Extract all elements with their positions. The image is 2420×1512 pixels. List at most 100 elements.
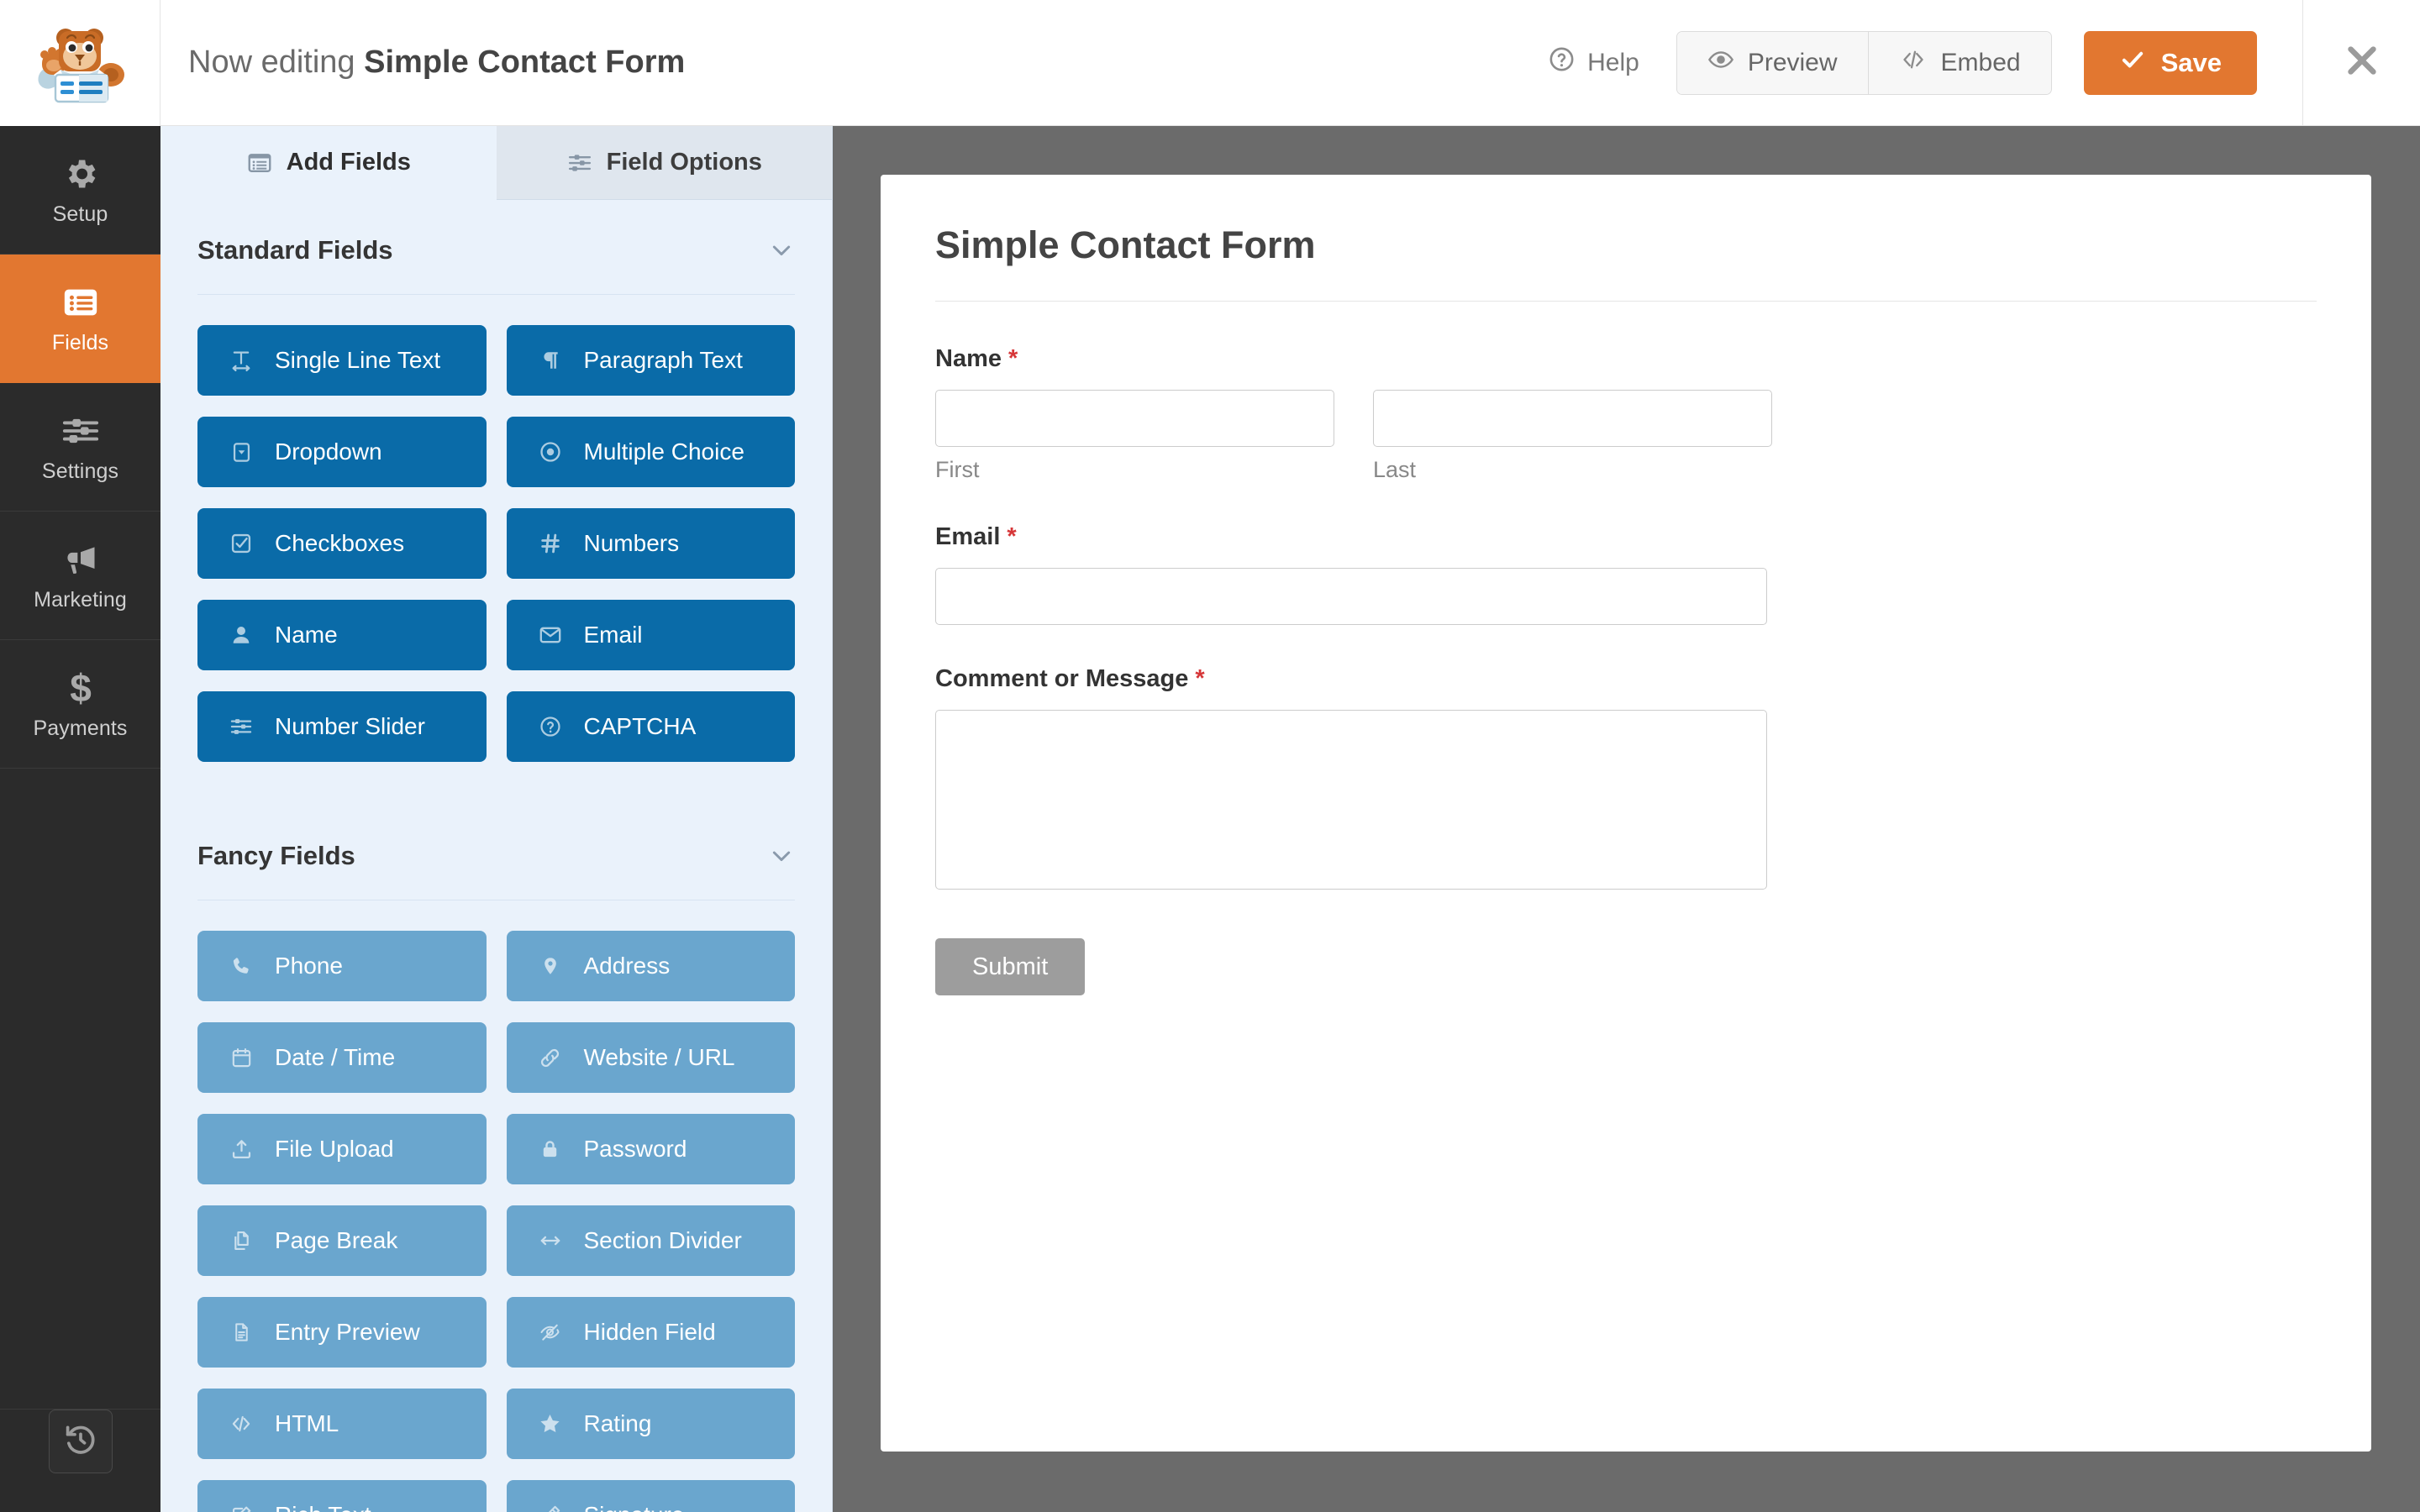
sidebar-item-marketing[interactable]: Marketing [0, 512, 160, 640]
calendar-icon [226, 1046, 256, 1069]
field-button-numbers[interactable]: Numbers [506, 508, 795, 579]
field-button-password[interactable]: Password [506, 1114, 795, 1184]
sidebar-item-setup[interactable]: Setup [0, 126, 160, 255]
file-text-icon [226, 1320, 256, 1344]
pages-icon [226, 1229, 256, 1252]
field-button-label: Name [275, 622, 338, 648]
wpforms-bear-logo [0, 0, 160, 126]
sidebar-item-label: Fields [51, 331, 109, 354]
left-rail: Setup Fields Settings Marketing $ Paymen… [0, 0, 160, 1512]
field-button-label: Single Line Text [275, 347, 441, 373]
email-input[interactable] [935, 568, 1767, 625]
builder-header: Now editing Simple Contact Form Help Pre… [160, 0, 2420, 126]
sidebar-item-fields[interactable]: Fields [0, 255, 160, 383]
paragraph-icon [535, 349, 566, 372]
sidebar-item-label: Marketing [34, 588, 127, 612]
save-button[interactable]: Save [2083, 30, 2257, 95]
preview-embed-group: Preview Embed [1676, 30, 2052, 95]
field-button-label: Page Break [275, 1227, 398, 1253]
revision-history-icon [63, 1422, 98, 1462]
field-button-label: Multiple Choice [583, 438, 744, 465]
arrows-horizontal-icon [535, 1230, 566, 1252]
field-button-hidden-field[interactable]: Hidden Field [506, 1297, 795, 1368]
submit-button[interactable]: Submit [935, 938, 1086, 995]
sliders-icon [566, 150, 593, 176]
message-textarea[interactable] [935, 710, 1767, 890]
standard-fields-header[interactable]: Standard Fields [197, 200, 795, 295]
envelope-icon [535, 623, 566, 647]
section-title: Standard Fields [197, 235, 393, 265]
help-label: Help [1587, 48, 1639, 76]
field-button-file-upload[interactable]: File Upload [197, 1114, 487, 1184]
embed-button[interactable]: Embed [1867, 31, 2051, 94]
chevron-down-icon[interactable] [768, 237, 795, 264]
field-button-number-slider[interactable]: Number Slider [197, 691, 487, 762]
field-button-label: Number Slider [275, 713, 425, 739]
field-button-section-divider[interactable]: Section Divider [506, 1205, 795, 1276]
preview-button[interactable]: Preview [1676, 31, 1868, 94]
field-button-email[interactable]: Email [506, 600, 795, 670]
embed-label: Embed [1940, 48, 2021, 76]
list-panel-icon [246, 150, 273, 176]
sidebar-item-label: Settings [41, 459, 119, 483]
section-title: Fancy Fields [197, 841, 355, 870]
tab-add-fields[interactable]: Add Fields [160, 126, 497, 200]
field-button-dropdown[interactable]: Dropdown [197, 417, 487, 487]
field-button-name[interactable]: Name [197, 600, 487, 670]
megaphone-icon [60, 540, 101, 579]
field-button-entry-preview[interactable]: Entry Preview [197, 1297, 487, 1368]
chevron-down-icon[interactable] [768, 843, 795, 869]
field-button-rich-text[interactable]: Rich Text [197, 1480, 487, 1512]
field-button-signature[interactable]: Signature [506, 1480, 795, 1512]
svg-text:$: $ [70, 668, 92, 708]
eye-slash-icon [535, 1321, 566, 1343]
sidebar-nav: Setup Fields Settings Marketing $ Paymen… [0, 126, 160, 769]
question-circle-icon [1548, 45, 1576, 80]
name-last-input[interactable] [1373, 390, 1772, 447]
field-button-website-url[interactable]: Website / URL [506, 1022, 795, 1093]
field-button-date-time[interactable]: Date / Time [197, 1022, 487, 1093]
name-first-input[interactable] [935, 390, 1334, 447]
field-button-address[interactable]: Address [506, 931, 795, 1001]
field-button-captcha[interactable]: CAPTCHA [506, 691, 795, 762]
preview-label: Preview [1747, 48, 1838, 76]
field-button-rating[interactable]: Rating [506, 1389, 795, 1459]
field-button-html[interactable]: HTML [197, 1389, 487, 1459]
field-button-label: Entry Preview [275, 1319, 420, 1345]
editing-prefix: Now editing [188, 45, 355, 80]
close-builder-button[interactable] [2302, 0, 2420, 126]
upload-icon [226, 1137, 256, 1161]
name-last-sublabel: Last [1373, 457, 1417, 482]
form-preview-inner: Simple Contact Form Name * First Last Em… [881, 175, 2371, 1044]
rail-spacer [0, 769, 160, 1410]
sidebar-item-settings[interactable]: Settings [0, 383, 160, 512]
field-button-label: Email [583, 622, 643, 648]
field-button-multiple-choice[interactable]: Multiple Choice [506, 417, 795, 487]
phone-icon [226, 954, 256, 978]
sliders-icon [226, 715, 256, 738]
revisions-button[interactable] [48, 1410, 113, 1473]
code-icon [226, 1413, 256, 1435]
close-icon [2343, 41, 2381, 84]
sidebar-item-payments[interactable]: $ Payments [0, 640, 160, 769]
dollar-icon: $ [65, 668, 97, 708]
field-button-single-line-text[interactable]: Single Line Text [197, 325, 487, 396]
pencil-square-icon [226, 1504, 256, 1512]
field-button-phone[interactable]: Phone [197, 931, 487, 1001]
fancy-fields-header[interactable]: Fancy Fields [197, 806, 795, 900]
code-icon [1899, 47, 1928, 79]
question-circle-icon [535, 715, 566, 738]
field-button-checkboxes[interactable]: Checkboxes [197, 508, 487, 579]
lock-icon [535, 1137, 566, 1161]
field-button-page-break[interactable]: Page Break [197, 1205, 487, 1276]
preview-field-email[interactable]: Email * [935, 523, 2317, 625]
preview-field-message[interactable]: Comment or Message * [935, 665, 2317, 890]
help-button[interactable]: Help [1548, 45, 1639, 80]
check-square-icon [226, 532, 256, 555]
preview-field-name[interactable]: Name * First Last [935, 345, 2317, 483]
field-button-paragraph-text[interactable]: Paragraph Text [506, 325, 795, 396]
radio-dot-icon [535, 440, 566, 464]
required-indicator: * [1007, 523, 1017, 550]
tab-field-options[interactable]: Field Options [496, 126, 832, 200]
tab-label: Field Options [606, 149, 762, 176]
